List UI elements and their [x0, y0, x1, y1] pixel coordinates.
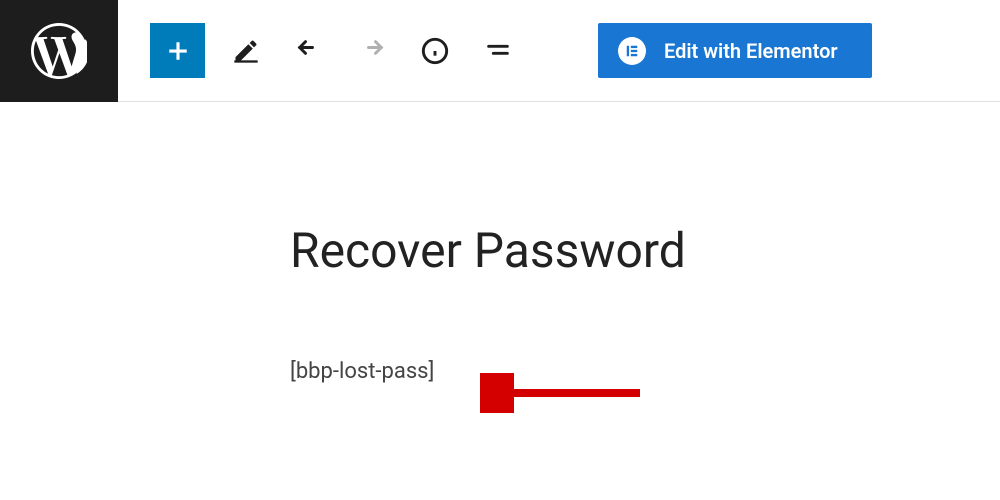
edit-mode-button[interactable]: [223, 28, 268, 73]
redo-icon: [358, 37, 386, 65]
redo-button[interactable]: [349, 28, 394, 73]
plus-icon: [163, 36, 193, 66]
add-block-button[interactable]: [150, 23, 205, 78]
undo-button[interactable]: [286, 28, 331, 73]
info-button[interactable]: [412, 28, 457, 73]
elementor-icon: [618, 37, 646, 65]
elementor-button-label: Edit with Elementor: [664, 39, 838, 63]
wordpress-icon: [31, 23, 87, 79]
editor-toolbar: Edit with Elementor: [0, 0, 1000, 102]
info-icon: [421, 37, 449, 65]
page-title[interactable]: Recover Password: [290, 222, 1000, 279]
pencil-icon: [232, 37, 260, 65]
editor-content: Recover Password [bbp-lost-pass]: [0, 102, 1000, 384]
outline-button[interactable]: [475, 28, 520, 73]
wordpress-logo[interactable]: [0, 0, 118, 102]
annotation-arrow: [480, 373, 660, 413]
toolbar-actions: Edit with Elementor: [118, 23, 872, 78]
undo-icon: [295, 37, 323, 65]
list-icon: [484, 37, 512, 65]
edit-with-elementor-button[interactable]: Edit with Elementor: [598, 23, 872, 78]
